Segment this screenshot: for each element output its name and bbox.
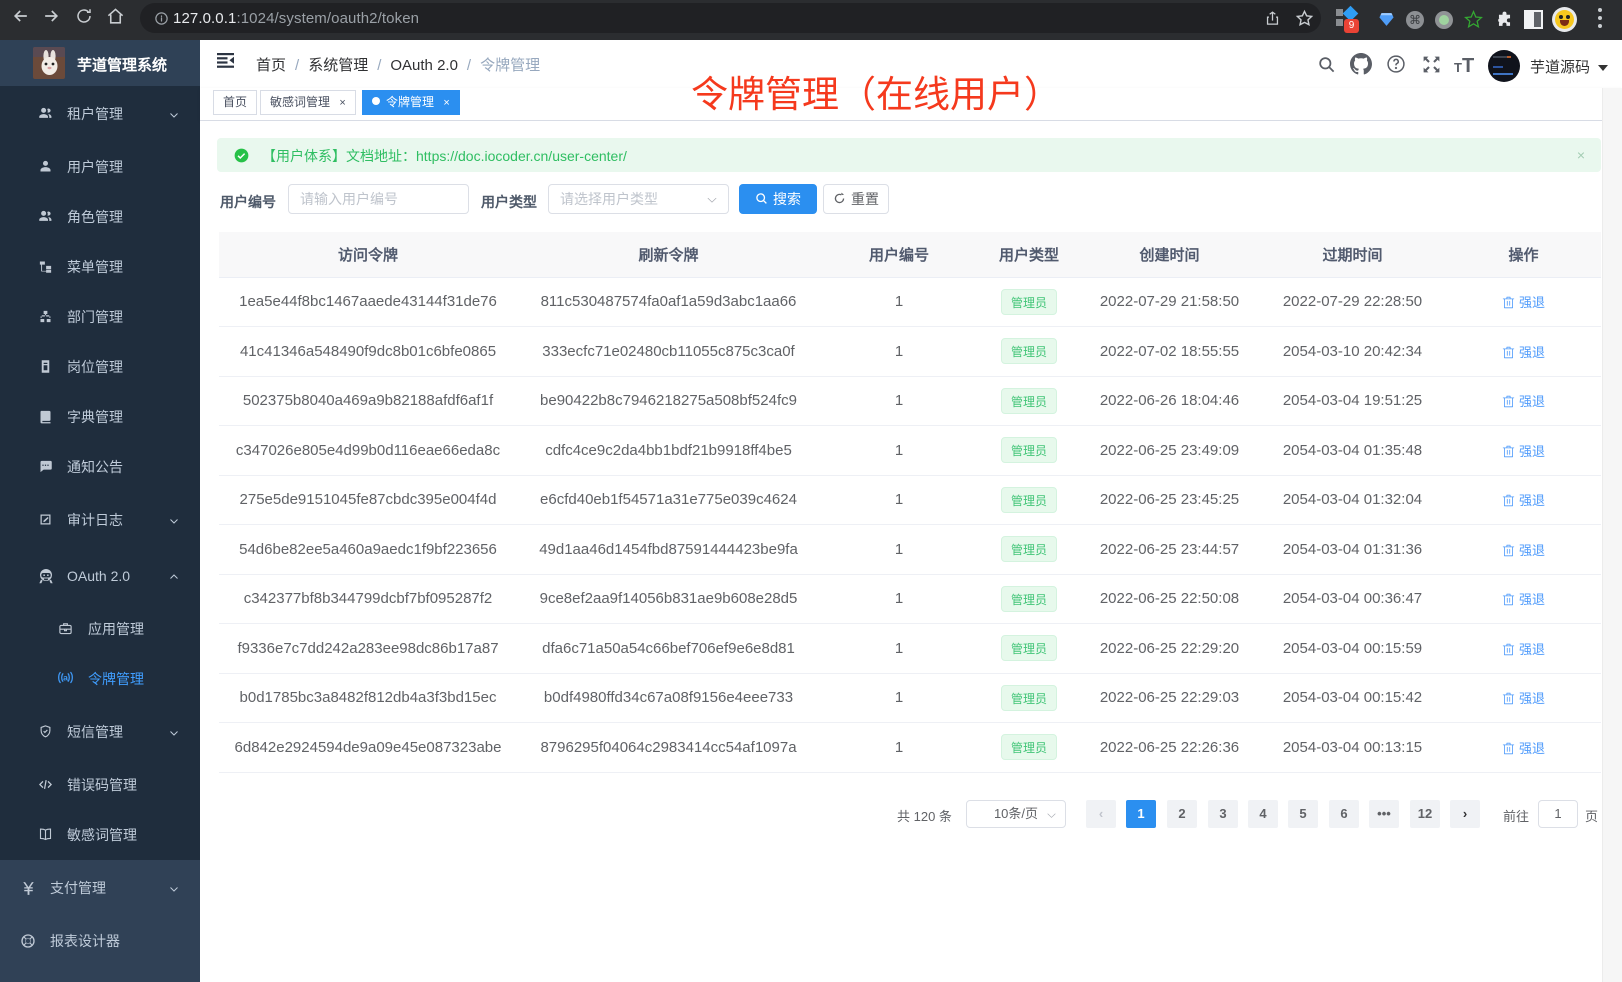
svg-text:a: a	[63, 672, 68, 682]
